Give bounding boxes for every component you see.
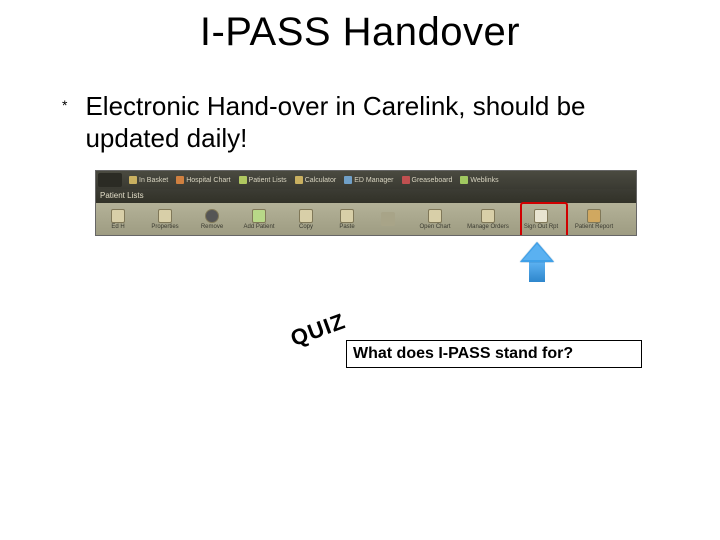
quiz-label: QUIZ [287, 308, 349, 352]
topbar-in-basket: In Basket [126, 176, 171, 184]
toolbar-patient-report: Patient Report [568, 204, 620, 234]
quiz-question: What does I-PASS stand for? [353, 345, 573, 363]
app-screenshot: In Basket Hospital Chart Patient Lists C… [95, 170, 637, 236]
topbar-weblinks: Weblinks [457, 176, 501, 184]
quiz-question-box: What does I-PASS stand for? [346, 340, 642, 368]
topbar-ed-manager: ED Manager [341, 176, 396, 184]
open-chart-icon [428, 209, 442, 223]
calculator-icon [295, 176, 303, 184]
toolbar-open-chart: Open Chart [409, 204, 461, 234]
toolbar-remove: Remove [192, 204, 232, 234]
toolbar-copy: Copy [286, 204, 326, 234]
board-icon [402, 176, 410, 184]
bullet-text: Electronic Hand-over in Carelink, should… [85, 90, 660, 154]
paste-icon [340, 209, 354, 223]
toolbar-sign-out-rpt: Sign Out Rpt [515, 204, 567, 234]
bullet-marker: * [62, 90, 67, 120]
arrow-up-icon [520, 242, 554, 282]
folder-icon [111, 209, 125, 223]
mail-icon [129, 176, 137, 184]
app-toolbar: Ed H Properties Remove Add Patient Copy … [96, 203, 636, 235]
topbar-hospital-chart: Hospital Chart [173, 176, 233, 184]
slide: I-PASS Handover * Electronic Hand-over i… [0, 0, 720, 540]
slide-title: I-PASS Handover [0, 10, 720, 55]
ed-icon [344, 176, 352, 184]
chart-icon [176, 176, 184, 184]
list-icon [239, 176, 247, 184]
copy-icon [299, 209, 313, 223]
toolbar-blank [368, 204, 408, 234]
orders-icon [481, 209, 495, 223]
properties-icon [158, 209, 172, 223]
topbar-calculator: Calculator [292, 176, 340, 184]
web-icon [460, 176, 468, 184]
signout-icon [534, 209, 548, 223]
app-topbar: In Basket Hospital Chart Patient Lists C… [96, 171, 636, 189]
bullet-row: * Electronic Hand-over in Carelink, shou… [62, 90, 660, 154]
topbar-patient-lists: Patient Lists [236, 176, 290, 184]
epic-logo [98, 173, 122, 187]
report-icon [587, 209, 601, 223]
topbar-greaseboard: Greaseboard [399, 176, 456, 184]
blank-icon [381, 212, 395, 226]
toolbar-ed-h: Ed H [98, 204, 138, 234]
add-patient-icon [252, 209, 266, 223]
toolbar-add-patient: Add Patient [233, 204, 285, 234]
toolbar-manage-orders: Manage Orders [462, 204, 514, 234]
toolbar-properties: Properties [139, 204, 191, 234]
app-patient-tab: Patient Lists [96, 189, 636, 203]
minus-icon [205, 209, 219, 223]
toolbar-paste: Paste [327, 204, 367, 234]
